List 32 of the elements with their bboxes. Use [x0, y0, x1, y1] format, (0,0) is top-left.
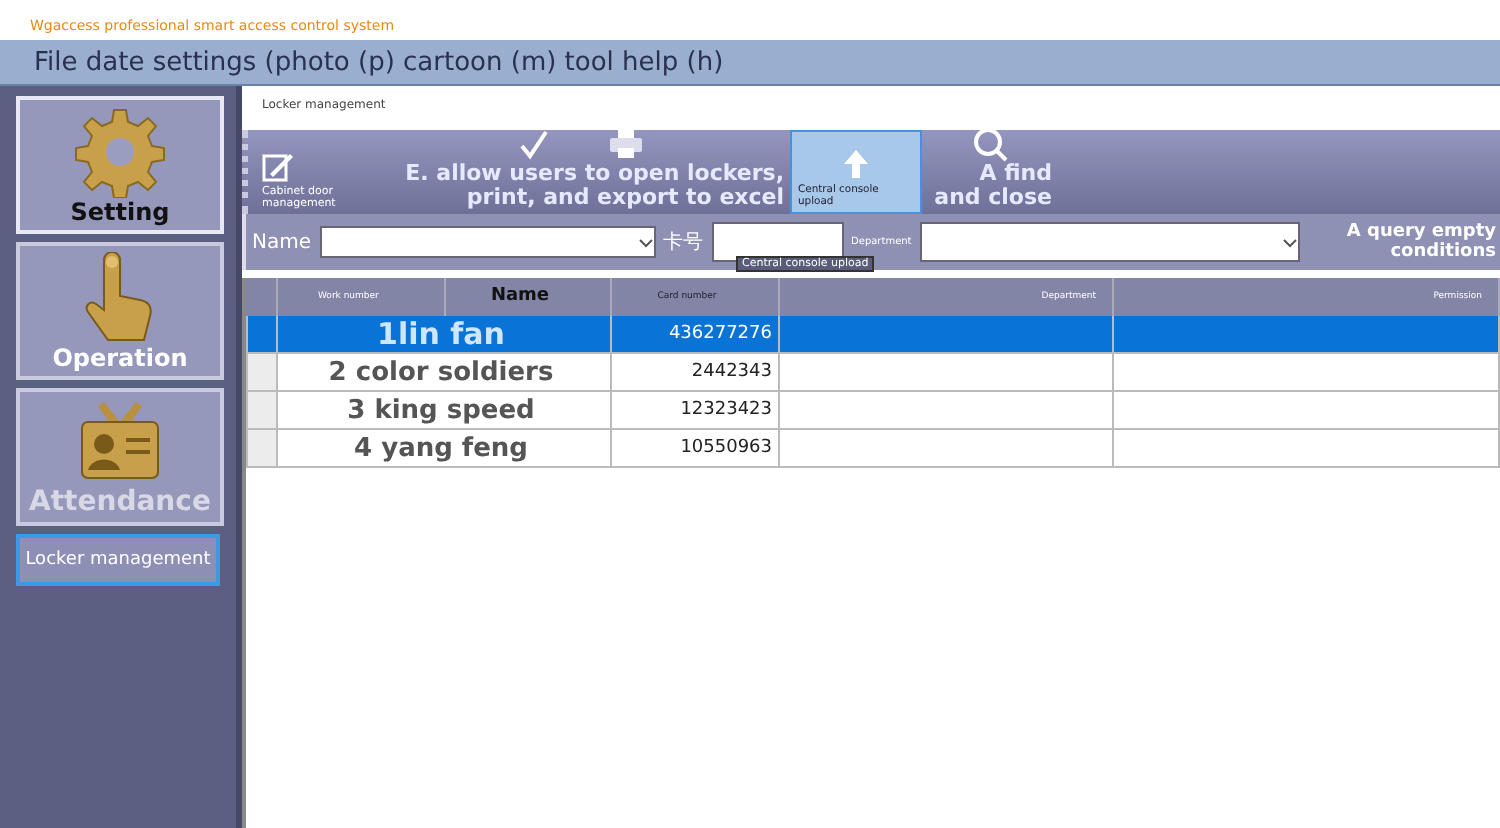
header-corner [246, 278, 278, 316]
upload-icon [842, 148, 870, 180]
table-cell: 3 king speed [278, 392, 612, 430]
column-header: Name [446, 278, 612, 316]
search-icon [972, 126, 1008, 162]
printer-icon [609, 130, 641, 158]
edit-icon [262, 150, 294, 182]
row-header[interactable] [246, 430, 278, 468]
toolbar-button[interactable]: E. allow users to open lockers, print, and export to excel [368, 130, 790, 214]
sidebar-item[interactable]: Setting [16, 96, 224, 234]
sidebar-item[interactable]: Locker management [16, 534, 220, 586]
gear-icon [74, 106, 166, 198]
dropdown-caret-icon [1281, 237, 1298, 247]
card-label: 卡号 [663, 229, 704, 256]
table-cell: 2442343 [612, 354, 780, 392]
toolbar-button[interactable]: A find and close [922, 130, 1058, 214]
department-dropdown[interactable] [919, 222, 1300, 262]
row-header[interactable] [246, 316, 278, 354]
table-cell: 1lin fan [278, 316, 612, 354]
table-cell: 10550963 [612, 430, 780, 468]
table-cell: 436277276 [612, 316, 780, 354]
table-cell: 12323423 [612, 392, 780, 430]
sidebar-item[interactable]: Operation [16, 242, 224, 380]
dropdown-caret-icon [637, 237, 654, 247]
table-cell: 2 color soldiers [278, 354, 612, 392]
row-header[interactable] [246, 354, 278, 392]
name-dropdown[interactable] [319, 226, 656, 258]
row-header[interactable] [246, 392, 278, 430]
query-button[interactable]: A query empty conditions [1307, 222, 1496, 262]
name-label: Name [252, 231, 312, 253]
check-icon [517, 130, 549, 162]
table-cell: 4 yang feng [278, 430, 612, 468]
